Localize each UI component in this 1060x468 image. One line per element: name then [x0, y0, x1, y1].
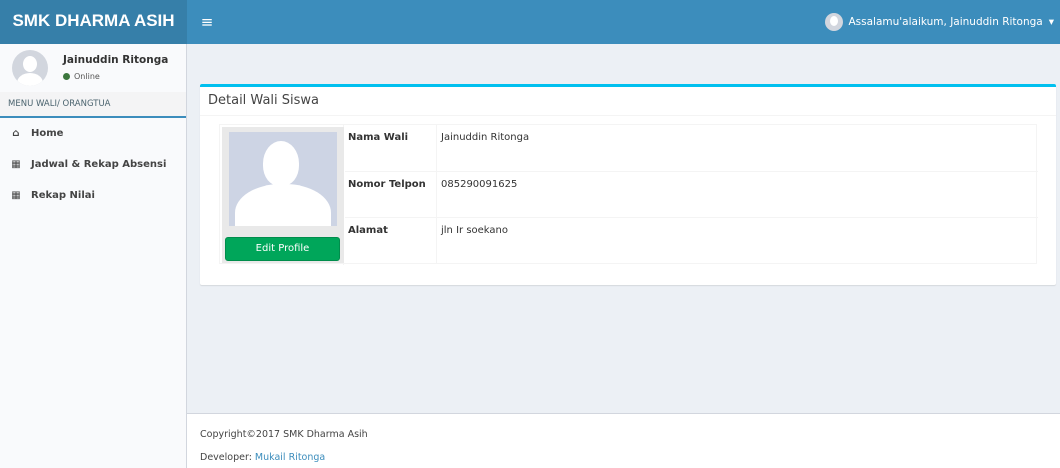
- menu-header: MENU WALI/ ORANGTUA: [0, 92, 186, 118]
- row-value: jln Ir soekano: [441, 225, 508, 236]
- row-value: 085290091625: [441, 179, 518, 190]
- row-value: Jainuddin Ritonga: [441, 132, 530, 143]
- copyright-text: Copyright©2017 SMK Dharma Asih: [200, 429, 368, 440]
- sidebar-item-jadwal-rekap-absensi[interactable]: ▦ Jadwal & Rekap Absensi: [0, 149, 186, 180]
- user-status-label: Online: [74, 72, 100, 81]
- divider: [436, 218, 437, 263]
- row-label: Alamat: [348, 225, 388, 236]
- profile-photo: [229, 132, 337, 226]
- row-label: Nomor Telpon: [348, 179, 426, 190]
- sidebar-item-rekap-nilai[interactable]: ▦ Rekap Nilai: [0, 180, 186, 211]
- edit-profile-button[interactable]: Edit Profile: [225, 237, 340, 261]
- app-logo[interactable]: SMK DHARMA ASIH: [0, 0, 187, 44]
- user-greeting: Assalamu'alaikum, Jainuddin Ritonga: [848, 16, 1043, 28]
- caret-down-icon: ▾: [1048, 16, 1054, 28]
- user-avatar: [12, 50, 48, 86]
- detail-table: Edit Profile Nama Wali Jainuddin Ritonga…: [219, 124, 1038, 265]
- th-large-icon: ▦: [11, 190, 21, 201]
- calendar-icon: ▦: [11, 159, 21, 170]
- table-row: Nama Wali Jainuddin Ritonga: [345, 125, 1038, 171]
- sidebar: Jainuddin Ritonga Online MENU WALI/ ORAN…: [0, 44, 187, 468]
- sidebar-toggle-button[interactable]: ≡: [197, 12, 217, 32]
- sidebar-item-label: Jadwal & Rekap Absensi: [31, 159, 167, 170]
- divider: [436, 125, 437, 171]
- developer-link[interactable]: Mukail Ritonga: [255, 452, 325, 463]
- table-row: Nomor Telpon 085290091625: [345, 171, 1038, 217]
- user-panel-name: Jainuddin Ritonga: [63, 54, 169, 66]
- home-icon: ⌂: [12, 128, 20, 139]
- user-menu-dropdown[interactable]: Assalamu'alaikum, Jainuddin Ritonga ▾: [824, 0, 1054, 44]
- online-dot-icon: [63, 73, 70, 80]
- detail-box: Detail Wali Siswa Edit Profile Nama Wali…: [200, 84, 1056, 285]
- table-row: Alamat jln Ir soekano: [345, 217, 1038, 263]
- top-navbar: ≡ Assalamu'alaikum, Jainuddin Ritonga ▾: [187, 0, 1060, 44]
- sidebar-item-label: Rekap Nilai: [31, 190, 95, 201]
- sidebar-item-label: Home: [31, 128, 64, 139]
- box-title: Detail Wali Siswa: [208, 93, 320, 108]
- sidebar-item-home[interactable]: ⌂ Home: [0, 118, 186, 149]
- divider: [436, 172, 437, 217]
- row-label: Nama Wali: [348, 132, 409, 143]
- photo-frame: Edit Profile: [222, 127, 344, 263]
- bars-icon: ≡: [200, 13, 214, 31]
- user-status[interactable]: Online: [63, 72, 100, 81]
- divider: [200, 115, 1056, 116]
- user-panel: Jainuddin Ritonga Online: [0, 44, 186, 92]
- footer: Copyright©2017 SMK Dharma Asih Developer…: [187, 413, 1060, 468]
- photo-cell: Edit Profile: [220, 125, 344, 265]
- user-avatar-icon: [824, 13, 843, 31]
- developer-label: Developer:: [200, 452, 255, 463]
- developer-credit: Developer: Mukail Ritonga: [200, 452, 325, 463]
